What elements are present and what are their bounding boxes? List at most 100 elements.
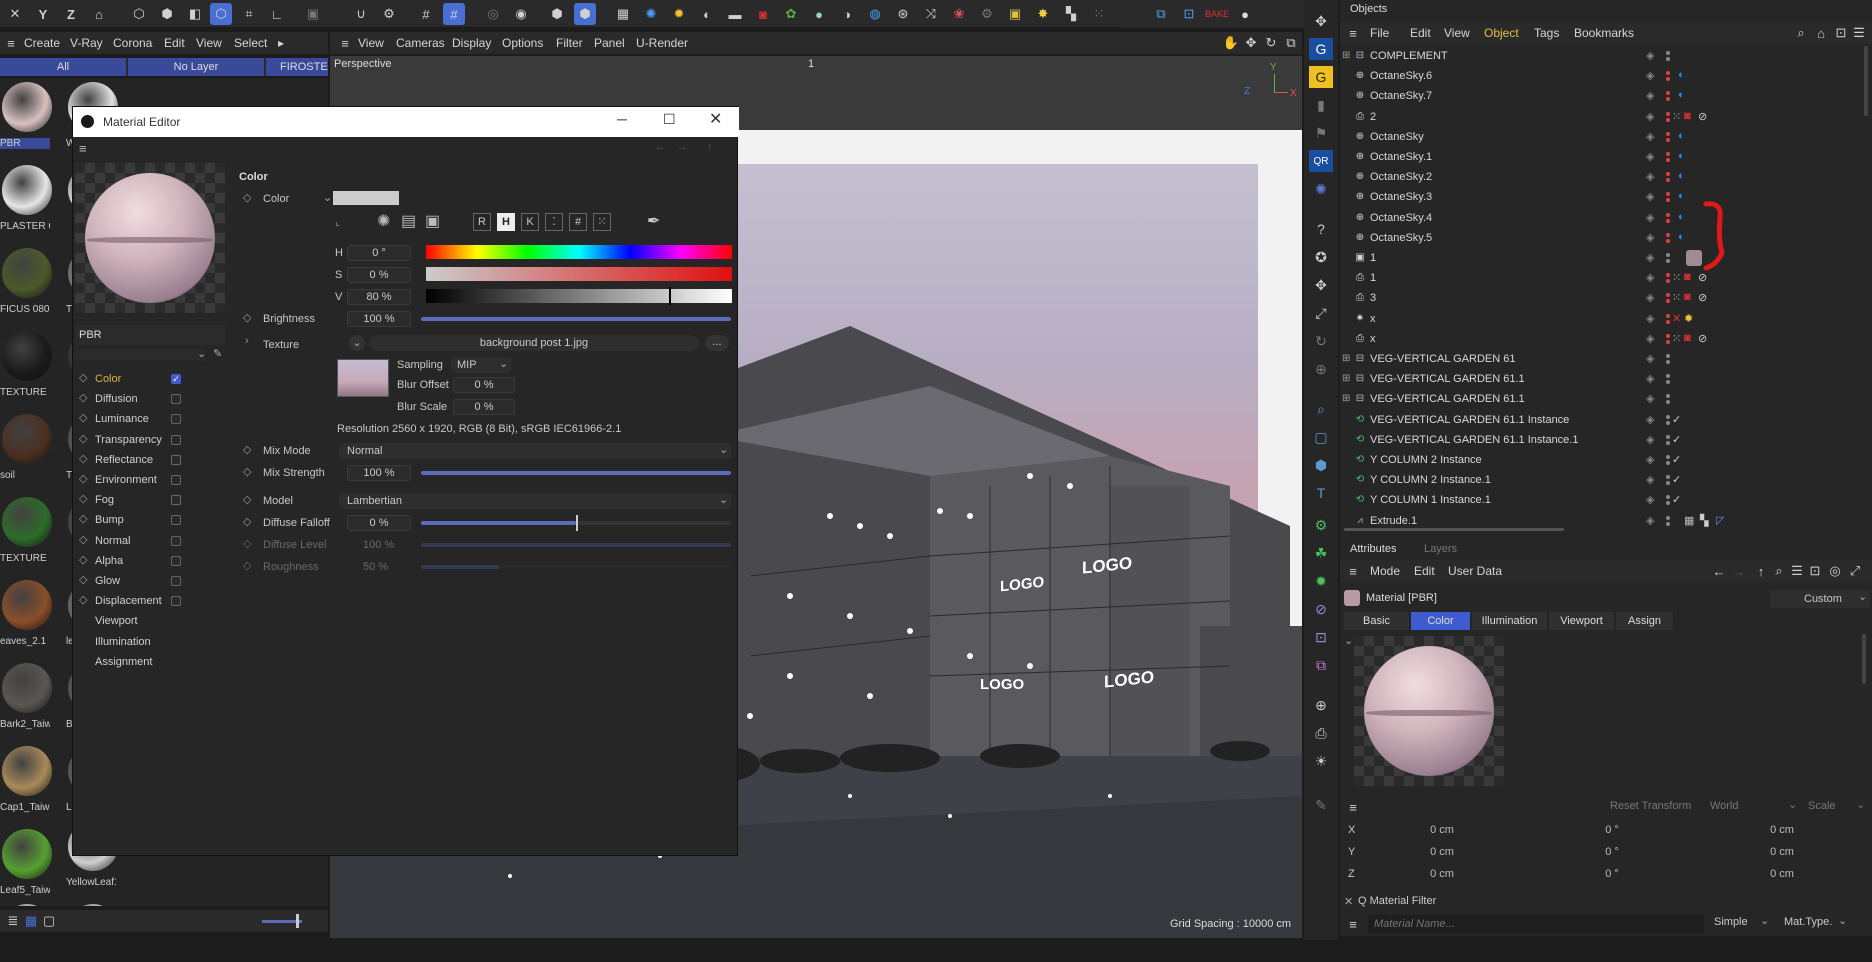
attr-tab-attributes[interactable]: Attributes bbox=[1350, 543, 1396, 555]
layer-icon[interactable]: ◈ bbox=[1646, 231, 1654, 244]
object-name[interactable]: OctaneSky.4 bbox=[1370, 212, 1432, 224]
simple-dropdown[interactable]: Simple bbox=[1714, 916, 1748, 928]
value-bar[interactable] bbox=[426, 289, 732, 303]
material-thumb[interactable] bbox=[68, 904, 118, 906]
object-name[interactable]: COMPLEMENT bbox=[1370, 50, 1448, 62]
filter-close-icon[interactable]: ✕ bbox=[1344, 895, 1353, 908]
layer-icon[interactable]: ◈ bbox=[1646, 473, 1654, 486]
object-mode-icon[interactable]: ⬢ bbox=[156, 3, 178, 25]
channel-checkbox[interactable] bbox=[171, 495, 181, 506]
channel-assignment[interactable]: Assignment bbox=[95, 656, 152, 668]
octane-sky-tag-icon[interactable]: ◐ bbox=[1678, 69, 1685, 81]
eye-icon[interactable]: ⊡ bbox=[1178, 3, 1200, 25]
coord-system-icon[interactable]: ⌂ bbox=[88, 3, 110, 25]
channel-reflectance[interactable]: Reflectance bbox=[95, 454, 153, 466]
menu-create[interactable]: Create bbox=[24, 32, 60, 54]
mattype-dropdown[interactable]: Mat.Type. bbox=[1784, 916, 1832, 928]
rotate-tool-icon[interactable]: ↻ bbox=[1309, 330, 1333, 352]
sphere-icon[interactable]: ● bbox=[808, 3, 830, 25]
layer-icon[interactable]: ◈ bbox=[1646, 130, 1654, 143]
layer-icon[interactable]: ◈ bbox=[1646, 110, 1654, 123]
octane-blue-icon[interactable]: ◍ bbox=[864, 3, 886, 25]
object-name[interactable]: VEG-VERTICAL GARDEN 61.1 bbox=[1370, 393, 1525, 405]
channel-diamond-icon[interactable]: ◇ bbox=[79, 391, 87, 404]
tree-row[interactable]: ⟲ Y COLUMN 2 Instance.1 ◈ ✓ bbox=[1340, 470, 1780, 490]
light-tool-icon[interactable]: ☀ bbox=[1309, 750, 1333, 772]
mode-kelvin[interactable]: K bbox=[521, 213, 539, 231]
channel-viewport[interactable]: Viewport bbox=[95, 615, 138, 627]
channel-checkbox[interactable] bbox=[171, 394, 181, 405]
h-field[interactable]: 0 ° bbox=[347, 245, 411, 261]
mixer-icon[interactable]: ⁚ bbox=[545, 213, 563, 231]
layer-icon[interactable]: ◈ bbox=[1646, 312, 1654, 325]
protection-tag-icon[interactable]: ⁙ bbox=[1672, 291, 1681, 304]
protection-tag-icon[interactable]: ⁙ bbox=[1672, 110, 1681, 123]
visibility-dots-icon[interactable] bbox=[1662, 353, 1674, 365]
attr-forward-icon[interactable]: → bbox=[1728, 560, 1750, 582]
visibility-dots-icon[interactable] bbox=[1662, 232, 1674, 244]
material-thumb[interactable] bbox=[2, 414, 52, 464]
visibility-dots-icon[interactable] bbox=[1662, 393, 1674, 405]
sampling-chevron-icon[interactable]: ⌄ bbox=[499, 357, 508, 370]
object-name[interactable]: x bbox=[1370, 333, 1376, 345]
y-axis-icon[interactable]: Y bbox=[32, 3, 54, 25]
checker-icon[interactable]: ▚ bbox=[1060, 3, 1082, 25]
coord-field[interactable]: 0 cm bbox=[1360, 866, 1524, 882]
selection-tag-icon[interactable]: ◸ bbox=[1716, 514, 1724, 527]
menu-edit[interactable]: Edit bbox=[164, 32, 185, 54]
color-expand-icon[interactable]: ⌄ bbox=[323, 191, 332, 204]
attr-vscroll[interactable] bbox=[1862, 634, 1866, 684]
tree-row[interactable]: ⊞ ⊟ VEG-VERTICAL GARDEN 61 ◈ bbox=[1340, 349, 1780, 369]
coord-field[interactable]: 0 cm bbox=[1700, 844, 1864, 860]
object-name[interactable]: VEG-VERTICAL GARDEN 61 bbox=[1370, 353, 1516, 365]
menu-select[interactable]: Select bbox=[234, 32, 267, 54]
material-thumb[interactable] bbox=[2, 248, 52, 298]
gear-dark-icon[interactable]: ⚙ bbox=[976, 3, 998, 25]
channel-diamond-icon[interactable]: ◇ bbox=[79, 553, 87, 566]
mode-chevron-icon[interactable]: ⌄ bbox=[1856, 798, 1865, 811]
channel-color[interactable]: Color bbox=[95, 373, 121, 385]
expand-icon[interactable]: ⊞ bbox=[1342, 353, 1350, 364]
brightness-field[interactable]: 100 % bbox=[347, 311, 411, 327]
channel-checkbox[interactable] bbox=[171, 475, 181, 485]
channel-diffusion[interactable]: Diffusion bbox=[95, 393, 138, 405]
attr-subtab-basic[interactable]: Basic bbox=[1344, 612, 1410, 630]
attr-subtab-assign[interactable]: Assign bbox=[1616, 612, 1674, 630]
object-name[interactable]: OctaneSky.1 bbox=[1370, 151, 1432, 163]
octane-g-icon[interactable]: G bbox=[1309, 66, 1333, 88]
bend-icon[interactable]: ⧉ bbox=[1309, 654, 1333, 676]
target-icon[interactable]: ◉ bbox=[510, 3, 532, 25]
color-row-diamond-icon[interactable]: ◇ bbox=[243, 191, 251, 204]
mixstrength-diamond-icon[interactable]: ◇ bbox=[243, 465, 251, 478]
record-icon[interactable]: ◙ bbox=[752, 3, 774, 25]
attr-hamburger-icon[interactable]: ≡ bbox=[1342, 560, 1364, 582]
hamburger-icon[interactable]: ≡ bbox=[0, 32, 22, 54]
attr-expand-icon[interactable]: ⤢ bbox=[1844, 560, 1866, 582]
visibility-dots-icon[interactable] bbox=[1662, 252, 1674, 264]
tree-row[interactable]: ⊕ OctaneSky.1 ◈ ◐ bbox=[1340, 147, 1780, 167]
falloff-diamond-icon[interactable]: ◇ bbox=[243, 515, 251, 528]
diffuse-falloff-field[interactable]: 0 % bbox=[347, 515, 411, 531]
model-mode-icon[interactable]: ⬡ bbox=[128, 3, 150, 25]
texture-tag-icon[interactable]: ▦ bbox=[1684, 514, 1694, 527]
spark-icon[interactable]: ✸ bbox=[1032, 3, 1054, 25]
editor-hamburger-icon[interactable]: ≡ bbox=[79, 141, 87, 156]
visibility-dots-icon[interactable] bbox=[1662, 50, 1674, 62]
vp-menu-panel[interactable]: Panel bbox=[594, 32, 625, 54]
mode-rgb[interactable]: R bbox=[473, 213, 491, 231]
saturation-bar[interactable] bbox=[426, 267, 732, 281]
material-thumb[interactable] bbox=[2, 165, 52, 215]
octane-sky-tag-icon[interactable]: ◐ bbox=[1678, 211, 1685, 223]
texture-dropdown-icon[interactable]: ⌄ bbox=[349, 335, 365, 351]
obj-search-icon[interactable]: ⌕ bbox=[1790, 22, 1812, 44]
channel-checkbox[interactable] bbox=[171, 454, 181, 465]
object-name[interactable]: OctaneSky.6 bbox=[1370, 70, 1432, 82]
vp-menu-urender[interactable]: U-Render bbox=[636, 32, 688, 54]
coord-field[interactable]: 0 ° bbox=[1530, 822, 1694, 838]
material-thumb[interactable] bbox=[2, 904, 52, 906]
object-name[interactable]: 2 bbox=[1370, 111, 1376, 123]
material-thumb[interactable] bbox=[2, 580, 52, 630]
diffuse-falloff-handle[interactable] bbox=[576, 515, 578, 531]
coord-field[interactable]: 0 ° bbox=[1530, 844, 1694, 860]
globe-icon[interactable]: ⊕ bbox=[1309, 694, 1333, 716]
